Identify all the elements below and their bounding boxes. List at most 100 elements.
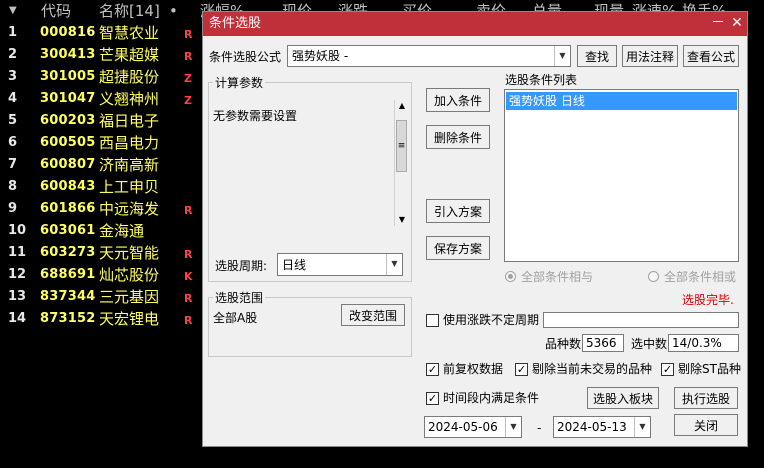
- chevron-down-icon[interactable]: ▼: [386, 254, 402, 275]
- row-index: 5: [8, 113, 18, 128]
- stock-flag: R: [184, 204, 193, 217]
- stock-name: 芒果超媒: [99, 46, 160, 64]
- stock-name: 西昌电力: [99, 134, 160, 152]
- table-row[interactable]: 5 600203 福日电子: [0, 110, 205, 132]
- scroll-thumb[interactable]: ≡: [396, 120, 407, 172]
- period-label: 选股周期:: [215, 259, 268, 273]
- table-row[interactable]: 6 600505 西昌电力: [0, 132, 205, 154]
- count-field: 5366: [582, 334, 624, 352]
- selected-value: 14/0.3%: [672, 336, 722, 350]
- table-row[interactable]: 10 603061 金海通: [0, 220, 205, 242]
- scroll-down-icon[interactable]: ▼: [395, 214, 409, 226]
- usage-note-button[interactable]: 用法注释: [622, 45, 678, 67]
- table-row[interactable]: 9 601866 中远海发 R: [0, 198, 205, 220]
- and-radio-label: 全部条件相与: [521, 270, 594, 284]
- stock-name: 天宏锂电: [99, 310, 160, 328]
- table-row[interactable]: 2 300413 芒果超媒 R: [0, 44, 205, 66]
- formula-dropdown[interactable]: 强势妖股 - ▼: [287, 45, 571, 67]
- find-button[interactable]: 查找: [577, 45, 617, 67]
- stock-name: 智慧农业: [99, 24, 160, 42]
- add-condition-button[interactable]: 加入条件: [426, 88, 490, 112]
- params-group-label: 计算参数: [213, 76, 266, 90]
- count-label: 品种数: [545, 337, 582, 351]
- dialog-titlebar[interactable]: 条件选股 － ✕: [203, 12, 747, 36]
- chevron-down-icon[interactable]: ▼: [554, 46, 570, 66]
- close-button[interactable]: 关闭: [674, 414, 738, 436]
- table-row[interactable]: 8 600843 上工申贝: [0, 176, 205, 198]
- chevron-down-icon[interactable]: ▼: [505, 417, 521, 437]
- minimize-icon[interactable]: －: [709, 14, 727, 32]
- stock-flag: K: [184, 270, 193, 283]
- execute-button[interactable]: 执行选股: [674, 387, 738, 409]
- use-period-label: 使用涨跌不定周期: [443, 313, 540, 327]
- condition-list-label: 选股条件列表: [505, 73, 578, 87]
- row-index: 9: [8, 201, 18, 216]
- save-plan-button[interactable]: 保存方案: [426, 236, 490, 260]
- stock-code: 600505: [40, 135, 96, 150]
- row-index: 3: [8, 69, 18, 84]
- params-text: 无参数需要设置: [213, 109, 298, 123]
- formula-label: 条件选股公式: [209, 50, 282, 64]
- date-to-picker[interactable]: 2024-05-13 ▼: [553, 416, 651, 438]
- date-to-value: 2024-05-13: [557, 420, 627, 434]
- stock-name: 福日电子: [99, 112, 160, 130]
- date-from-value: 2024-05-06: [428, 420, 498, 434]
- table-row[interactable]: 7 600807 济南高新: [0, 154, 205, 176]
- chevron-down-icon[interactable]: ▼: [634, 417, 650, 437]
- row-index: 12: [8, 267, 27, 282]
- prefq-checkbox[interactable]: ✓: [426, 363, 439, 376]
- stock-code: 600203: [40, 113, 96, 128]
- stock-name: 济南高新: [99, 156, 160, 174]
- to-block-button[interactable]: 选股入板块: [587, 387, 659, 409]
- use-period-input[interactable]: [543, 312, 739, 328]
- sort-arrow-icon[interactable]: ▼: [9, 1, 17, 21]
- row-index: 6: [8, 135, 18, 150]
- col-name[interactable]: 名称[14]: [99, 1, 160, 21]
- import-plan-button[interactable]: 引入方案: [426, 199, 490, 223]
- or-radio-label: 全部条件相或: [664, 270, 737, 284]
- stock-code: 301047: [40, 91, 96, 106]
- stock-code: 603273: [40, 245, 96, 260]
- table-row[interactable]: 4 301047 义翘神州 Z: [0, 88, 205, 110]
- delete-condition-button[interactable]: 删除条件: [426, 125, 490, 149]
- date-separator: -: [537, 421, 542, 435]
- stock-code: 873152: [40, 311, 96, 326]
- time-range-checkbox[interactable]: ✓: [426, 392, 439, 405]
- row-index: 11: [8, 245, 27, 260]
- exclude-st-checkbox[interactable]: ✓: [661, 363, 674, 376]
- close-icon[interactable]: ✕: [728, 14, 746, 32]
- stock-flag: Z: [184, 94, 192, 107]
- row-index: 8: [8, 179, 18, 194]
- table-row[interactable]: 11 603273 天元智能 R: [0, 242, 205, 264]
- selected-label: 选中数: [631, 337, 668, 351]
- use-period-checkbox[interactable]: [426, 314, 439, 327]
- col-code[interactable]: 代码: [41, 1, 71, 21]
- stock-code: 600843: [40, 179, 96, 194]
- and-radio[interactable]: [505, 271, 516, 282]
- change-range-button[interactable]: 改变范围: [341, 304, 405, 326]
- range-value: 全部A股: [213, 311, 258, 325]
- condition-list[interactable]: 强势妖股 日线: [504, 89, 739, 262]
- scroll-up-icon[interactable]: ▲: [395, 100, 409, 112]
- params-scrollbar[interactable]: ▲ ≡ ▼: [394, 100, 409, 226]
- table-row[interactable]: 3 301005 超捷股份 Z: [0, 66, 205, 88]
- table-row[interactable]: 1 000816 智慧农业 R: [0, 22, 205, 44]
- stock-flag: R: [184, 50, 193, 63]
- row-index: 2: [8, 47, 18, 62]
- stock-code: 000816: [40, 25, 96, 40]
- view-formula-button[interactable]: 查看公式: [683, 45, 739, 67]
- col-dot: •: [169, 2, 178, 20]
- period-dropdown[interactable]: 日线 ▼: [277, 253, 403, 276]
- exclude-untraded-checkbox[interactable]: ✓: [515, 363, 528, 376]
- date-from-picker[interactable]: 2024-05-06 ▼: [424, 416, 522, 438]
- table-row[interactable]: 13 837344 三元基因 R: [0, 286, 205, 308]
- stock-code: 601866: [40, 201, 96, 216]
- count-value: 5366: [586, 336, 617, 350]
- stock-flag: R: [184, 292, 193, 305]
- table-row[interactable]: 14 873152 天宏锂电 R: [0, 308, 205, 330]
- table-row[interactable]: 12 688691 灿芯股份 K: [0, 264, 205, 286]
- row-index: 4: [8, 91, 18, 106]
- condition-list-item[interactable]: 强势妖股 日线: [506, 92, 737, 110]
- or-radio[interactable]: [648, 271, 659, 282]
- stock-name: 三元基因: [99, 288, 160, 306]
